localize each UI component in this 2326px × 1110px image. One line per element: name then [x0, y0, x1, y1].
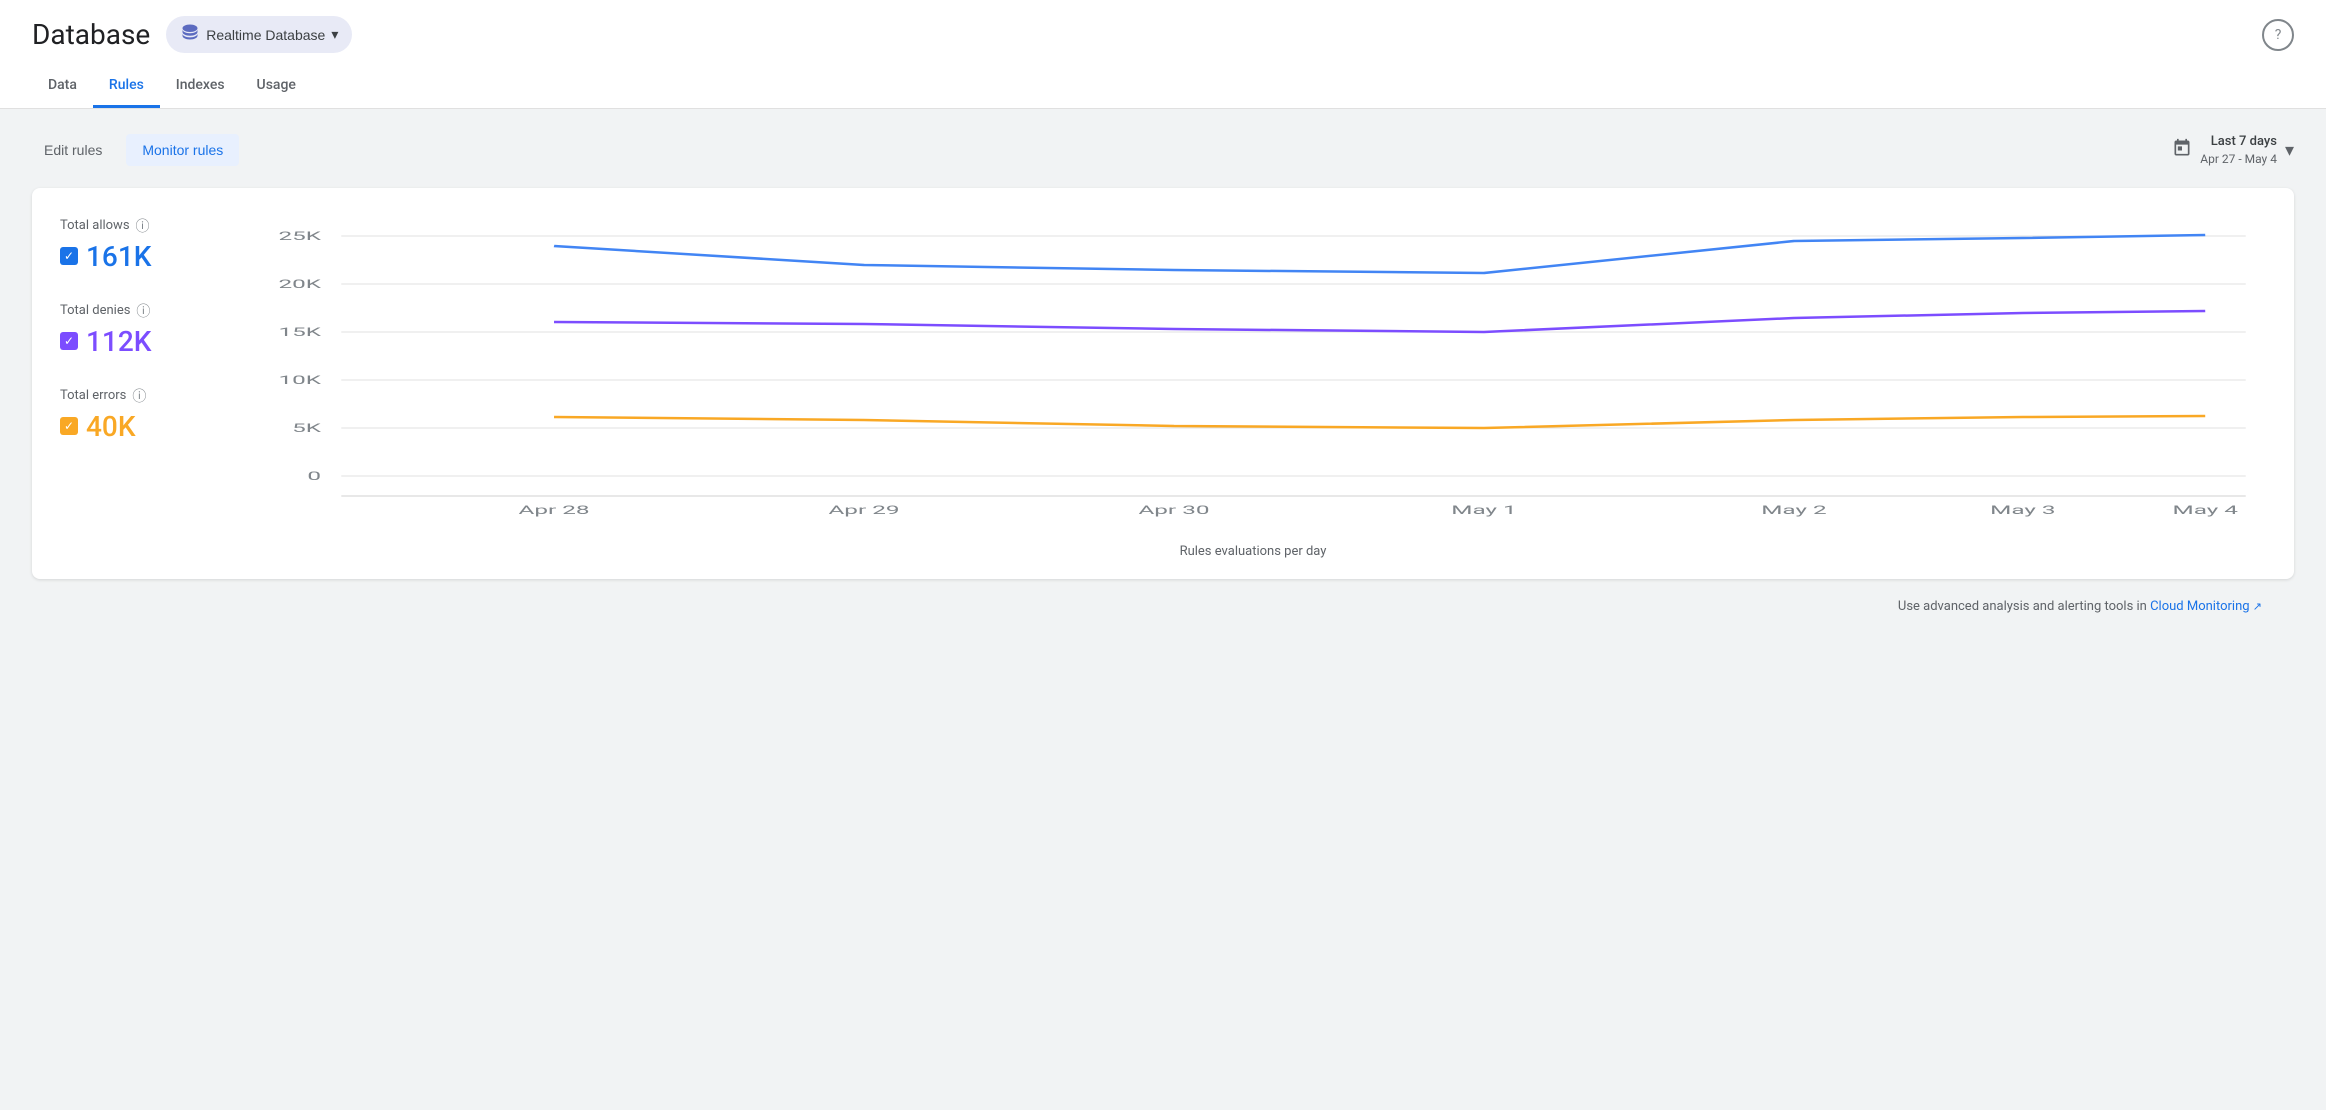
legend-panel: Total allows ⓘ ✓ 161K Total denies ⓘ: [60, 216, 240, 559]
legend-denies-label: Total denies: [60, 303, 130, 318]
calendar-icon: [2172, 138, 2192, 163]
legend-errors-label: Total errors: [60, 388, 126, 403]
help-icon[interactable]: ?: [2262, 19, 2294, 51]
svg-text:5K: 5K: [292, 421, 322, 435]
chart-area: 25K 20K 15K 10K 5K 0 Apr 28 Apr 29 Apr 3…: [240, 216, 2266, 559]
tab-indexes[interactable]: Indexes: [160, 65, 241, 108]
date-range: Last 7 days Apr 27 - May 4: [2200, 133, 2277, 168]
footer-note: Use advanced analysis and alerting tools…: [32, 579, 2294, 630]
svg-text:Apr 29: Apr 29: [828, 503, 899, 517]
chart-card: Total allows ⓘ ✓ 161K Total denies ⓘ: [32, 188, 2294, 579]
page-title: Database: [32, 18, 150, 51]
svg-text:May 4: May 4: [2173, 503, 2239, 517]
svg-text:May 1: May 1: [1451, 503, 1516, 517]
legend-allows: Total allows ⓘ ✓ 161K: [60, 216, 216, 273]
chart-svg: 25K 20K 15K 10K 5K 0 Apr 28 Apr 29 Apr 3…: [240, 216, 2266, 536]
legend-errors-value: ✓ 40K: [60, 410, 216, 443]
db-selector-button[interactable]: Realtime Database ▾: [166, 16, 352, 53]
allows-checkbox[interactable]: ✓: [60, 247, 78, 265]
svg-text:Apr 30: Apr 30: [1138, 503, 1209, 517]
cloud-monitoring-link[interactable]: Cloud Monitoring: [2150, 599, 2249, 614]
page-header: Database Realtime Database ▾ ? Data Rule…: [0, 0, 2326, 109]
legend-errors: Total errors ⓘ ✓ 40K: [60, 386, 216, 443]
errors-checkbox[interactable]: ✓: [60, 417, 78, 435]
svg-text:10K: 10K: [278, 373, 322, 387]
nav-tabs: Data Rules Indexes Usage: [32, 65, 2294, 108]
chart-container: Total allows ⓘ ✓ 161K Total denies ⓘ: [60, 216, 2266, 559]
svg-text:25K: 25K: [278, 229, 322, 243]
tab-usage[interactable]: Usage: [241, 65, 312, 108]
database-layers-icon: [180, 22, 200, 47]
svg-text:May 2: May 2: [1761, 503, 1827, 517]
main-content: Edit rules Monitor rules Last 7 days Apr…: [0, 109, 2326, 654]
toolbar: Edit rules Monitor rules Last 7 days Apr…: [32, 133, 2294, 168]
db-selector-label: Realtime Database: [206, 27, 325, 43]
toolbar-right: Last 7 days Apr 27 - May 4 ▾: [2172, 133, 2294, 168]
date-range-chevron-icon[interactable]: ▾: [2285, 140, 2294, 161]
x-axis-label: Rules evaluations per day: [240, 544, 2266, 559]
tab-rules[interactable]: Rules: [93, 65, 160, 108]
errors-info-icon[interactable]: ⓘ: [132, 386, 146, 406]
edit-rules-button[interactable]: Edit rules: [32, 134, 114, 166]
toolbar-left: Edit rules Monitor rules: [32, 134, 239, 166]
svg-text:May 3: May 3: [1990, 503, 2055, 517]
denies-info-icon[interactable]: ⓘ: [136, 301, 150, 321]
legend-allows-label: Total allows: [60, 218, 130, 233]
svg-text:15K: 15K: [278, 325, 322, 339]
date-range-title: Last 7 days: [2200, 133, 2277, 151]
monitor-rules-button[interactable]: Monitor rules: [126, 134, 239, 166]
legend-denies-value: ✓ 112K: [60, 325, 216, 358]
header-right: ?: [2262, 19, 2294, 51]
allows-info-icon[interactable]: ⓘ: [136, 216, 150, 236]
svg-text:Apr 28: Apr 28: [519, 503, 590, 517]
legend-denies: Total denies ⓘ ✓ 112K: [60, 301, 216, 358]
svg-text:20K: 20K: [278, 277, 322, 291]
external-link-icon: ↗: [2253, 600, 2262, 613]
question-mark: ?: [2275, 27, 2282, 43]
date-range-subtitle: Apr 27 - May 4: [2200, 151, 2277, 168]
footer-text: Use advanced analysis and alerting tools…: [1898, 599, 2147, 614]
denies-checkbox[interactable]: ✓: [60, 332, 78, 350]
svg-text:0: 0: [307, 469, 321, 483]
tab-data[interactable]: Data: [32, 65, 93, 108]
chevron-down-icon: ▾: [331, 26, 338, 43]
legend-allows-value: ✓ 161K: [60, 240, 216, 273]
